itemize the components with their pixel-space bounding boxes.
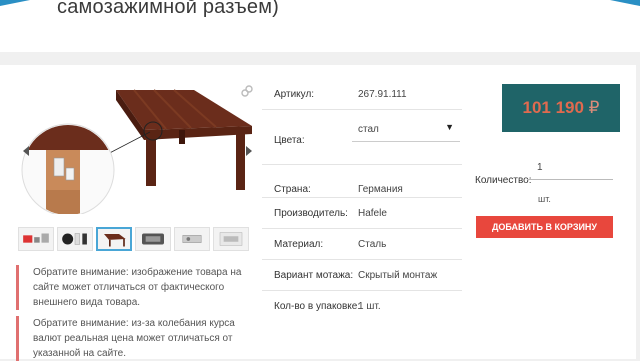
spec-row-mount: Вариант мотажа: Скрытый монтаж — [262, 260, 462, 291]
thumbnail-parts-set[interactable] — [18, 227, 54, 251]
thumbnail-clip-tool[interactable] — [135, 227, 171, 251]
quantity-label: Количество: — [475, 175, 532, 186]
product-main-image[interactable] — [16, 74, 262, 217]
spec-label: Производитель: — [274, 208, 348, 219]
spec-value: 267.91.111 — [358, 89, 407, 100]
spec-label: Артикул: — [274, 89, 315, 100]
spec-row-material: Материал: Сталь — [262, 229, 462, 260]
price: 101 190 ₽ — [502, 98, 620, 118]
color-select-value: стал — [358, 124, 379, 135]
thumbnail-table[interactable] — [96, 227, 132, 251]
gallery-prev-icon[interactable] — [23, 146, 29, 156]
page-title: самозажимной разъем) — [57, 0, 280, 18]
header: самозажимной разъем) — [0, 0, 640, 52]
thumbnail-strip — [18, 227, 249, 253]
spec-label: Материал: — [274, 239, 324, 250]
spec-label: Вариант мотажа: — [274, 270, 354, 281]
spec-value: Скрытый монтаж — [358, 270, 438, 281]
header-corner-right — [610, 0, 640, 6]
specs-table: Артикул: 267.91.111 Цвета: стал ▼ Страна… — [262, 79, 462, 322]
thumbnail-packaging[interactable] — [213, 227, 249, 251]
spec-label: Страна: — [274, 184, 311, 195]
header-corner-left — [0, 0, 30, 6]
gallery-next-icon[interactable] — [246, 146, 252, 156]
quantity-unit: шт. — [538, 194, 551, 204]
spec-row-country: Страна: Германия — [262, 165, 462, 198]
notice-price-disclaimer: Обратите внимание: из-за колебания курса… — [16, 316, 252, 361]
table-image — [21, 89, 252, 217]
notice-image-disclaimer: Обратите внимание: изображение товара на… — [16, 265, 252, 310]
thumbnail-connector-metal[interactable] — [174, 227, 210, 251]
chevron-down-icon: ▼ — [445, 122, 454, 132]
spec-row-package: Кол-во в упаковке: 1 шт. — [262, 291, 462, 322]
spec-value: Германия — [358, 184, 403, 195]
share-icon[interactable] — [240, 84, 254, 98]
currency-symbol: ₽ — [588, 98, 600, 117]
spec-row-colors: Цвета: стал ▼ — [262, 110, 462, 165]
add-to-cart-button[interactable]: ДОБАВИТЬ В КОРЗИНУ — [476, 216, 613, 238]
spec-value: Hafele — [358, 208, 387, 219]
color-select[interactable]: стал ▼ — [352, 120, 460, 142]
price-value: 101 190 — [522, 98, 584, 117]
spec-row-article: Артикул: 267.91.111 — [262, 79, 462, 110]
thumbnail-black-white-parts[interactable] — [57, 227, 93, 251]
quantity-field[interactable] — [527, 156, 613, 180]
price-box: 101 190 ₽ — [502, 84, 620, 132]
spec-value: Сталь — [358, 239, 387, 250]
spec-row-manufacturer: Производитель: Hafele — [262, 198, 462, 229]
spec-value: 1 шт. — [358, 301, 381, 312]
spec-label: Цвета: — [274, 135, 305, 146]
spec-label: Кол-во в упаковке: — [274, 301, 361, 312]
